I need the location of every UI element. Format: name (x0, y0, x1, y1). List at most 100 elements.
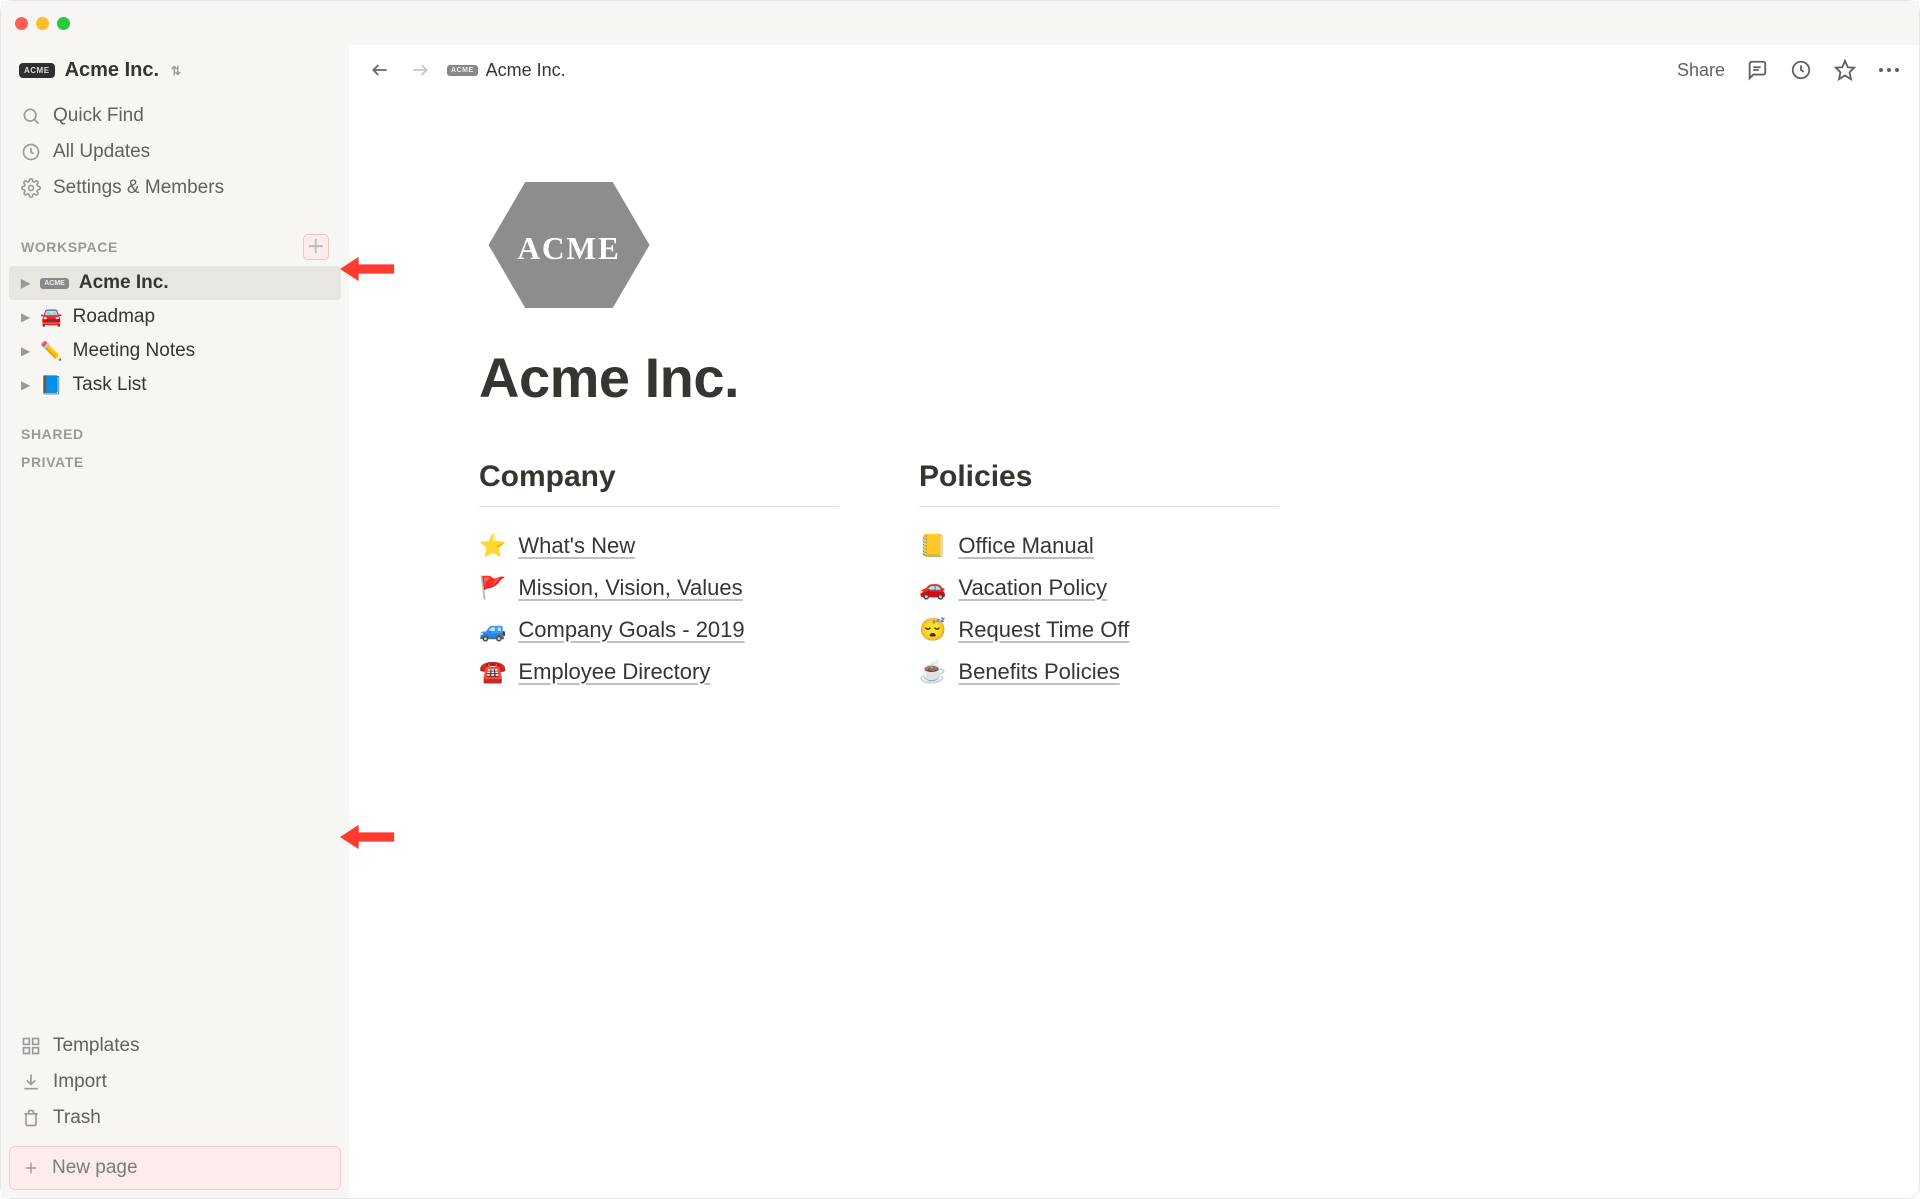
page-link[interactable]: Employee Directory (518, 659, 710, 685)
main-area: ACME Acme Inc. Share ACME (349, 45, 1919, 1198)
page-link[interactable]: Office Manual (958, 533, 1093, 559)
download-icon (21, 1072, 41, 1092)
sidebar-page-item[interactable]: ▶ 🚘 Roadmap (9, 300, 341, 334)
plus-icon (22, 1159, 40, 1177)
content-column: Policies 📒 Office Manual 🚗 Vacation Policy 😴 R… (919, 460, 1279, 693)
nav-back-button[interactable] (367, 57, 393, 83)
workspace-section-header: WORKSPACE ＋ (1, 216, 349, 266)
page-link-row: 😴 Request Time Off (919, 609, 1279, 651)
link-emoji-icon: ⭐ (479, 533, 506, 559)
updates-button[interactable] (1789, 58, 1813, 82)
share-button[interactable]: Share (1677, 60, 1725, 81)
link-emoji-icon: ☕ (919, 659, 946, 685)
nav-forward-button[interactable] (407, 57, 433, 83)
page-link-row: 📒 Office Manual (919, 525, 1279, 567)
column-heading[interactable]: Policies (919, 460, 1279, 494)
page-link[interactable]: Company Goals - 2019 (518, 617, 744, 643)
quick-find-label: Quick Find (53, 105, 144, 127)
workspace-name: Acme Inc. (65, 59, 159, 82)
trash-label: Trash (53, 1107, 101, 1129)
shared-section-header: SHARED (1, 408, 349, 448)
breadcrumb-icon: ACME (447, 65, 478, 76)
page-link[interactable]: Request Time Off (958, 617, 1129, 643)
favorite-button[interactable] (1833, 58, 1857, 82)
page-icon[interactable]: ACME (479, 175, 659, 315)
minimize-window-button[interactable] (36, 17, 49, 30)
trash-button[interactable]: Trash (11, 1100, 339, 1136)
page-emoji-icon: 🚘 (40, 307, 62, 328)
caret-right-icon[interactable]: ▶ (21, 378, 30, 392)
new-page-label: New page (52, 1157, 138, 1179)
chevron-updown-icon: ⇅ (171, 64, 181, 78)
import-label: Import (53, 1071, 107, 1093)
settings-members-button[interactable]: Settings & Members (11, 170, 339, 206)
link-emoji-icon: 📒 (919, 533, 946, 559)
page-icon: ACME (40, 278, 69, 289)
search-icon (21, 106, 41, 126)
workspace-icon: ACME (19, 63, 55, 78)
link-emoji-icon: 😴 (919, 617, 946, 643)
templates-button[interactable]: Templates (11, 1028, 339, 1064)
divider (919, 506, 1279, 507)
shared-section-label: SHARED (21, 426, 84, 442)
page-link[interactable]: Vacation Policy (958, 575, 1107, 601)
page-link[interactable]: Mission, Vision, Values (518, 575, 742, 601)
page-link[interactable]: Benefits Policies (958, 659, 1119, 685)
link-emoji-icon: 🚩 (479, 575, 506, 601)
page-title[interactable]: Acme Inc. (479, 345, 1789, 410)
link-emoji-icon: 🚗 (919, 575, 946, 601)
templates-icon (21, 1036, 41, 1056)
trash-icon (21, 1108, 41, 1128)
settings-label: Settings & Members (53, 177, 224, 199)
close-window-button[interactable] (15, 17, 28, 30)
page-content: ACME Acme Inc. Company ⭐ What's New 🚩 Missio… (349, 95, 1919, 1198)
page-link-row: ⭐ What's New (479, 525, 839, 567)
page-link-row: 🚙 Company Goals - 2019 (479, 609, 839, 651)
column-heading[interactable]: Company (479, 460, 839, 494)
sidebar-page-item[interactable]: ▶📘Task List (9, 368, 341, 402)
more-options-button[interactable] (1877, 58, 1901, 82)
link-emoji-icon: ☎️ (479, 659, 506, 685)
workspace-switcher[interactable]: ACME Acme Inc. ⇅ (1, 45, 349, 92)
page-label: Meeting Notes (73, 340, 196, 362)
page-label: Roadmap (73, 306, 155, 328)
clock-icon (21, 142, 41, 162)
workspace-section-label: WORKSPACE (21, 239, 118, 255)
import-button[interactable]: Import (11, 1064, 339, 1100)
quick-find-button[interactable]: Quick Find (11, 98, 339, 134)
breadcrumb[interactable]: ACME Acme Inc. (447, 60, 566, 81)
add-workspace-page-button[interactable]: ＋ (303, 234, 329, 260)
page-link-row: ☕ Benefits Policies (919, 651, 1279, 693)
arrow-right-icon (410, 60, 430, 80)
sidebar-page-item[interactable]: ▶ ACME Acme Inc. (9, 266, 341, 300)
page-link-row: 🚩 Mission, Vision, Values (479, 567, 839, 609)
all-updates-label: All Updates (53, 141, 150, 163)
topbar: ACME Acme Inc. Share (349, 45, 1919, 95)
all-updates-button[interactable]: All Updates (11, 134, 339, 170)
caret-right-icon[interactable]: ▶ (21, 310, 30, 324)
workspace-page-tree: ▶ACMEAcme Inc.▶🚘Roadmap▶✏️Meeting Notes▶… (1, 266, 349, 408)
link-emoji-icon: 🚙 (479, 617, 506, 643)
svg-text:ACME: ACME (517, 231, 620, 266)
content-column: Company ⭐ What's New 🚩 Mission, Vision, Valu… (479, 460, 839, 693)
star-icon (1834, 59, 1856, 81)
caret-right-icon[interactable]: ▶ (21, 344, 30, 358)
page-link-row: ☎️ Employee Directory (479, 651, 839, 693)
window-titlebar (1, 1, 1919, 45)
private-section-header: PRIVATE (1, 448, 349, 476)
sidebar: ACME Acme Inc. ⇅ Quick Find All Updates … (1, 45, 349, 1198)
page-emoji-icon: ✏️ (40, 341, 62, 362)
sidebar-page-item[interactable]: ▶ ✏️ Meeting Notes (9, 334, 341, 368)
templates-label: Templates (53, 1035, 140, 1057)
zoom-window-button[interactable] (57, 17, 70, 30)
comments-button[interactable] (1745, 58, 1769, 82)
comment-icon (1746, 59, 1768, 81)
caret-right-icon[interactable]: ▶ (21, 276, 30, 290)
page-link[interactable]: What's New (518, 533, 635, 559)
traffic-lights (15, 17, 70, 30)
page-label: Acme Inc. (79, 272, 169, 294)
page-emoji-icon: 📘 (40, 375, 62, 396)
new-page-button[interactable]: New page (9, 1146, 341, 1190)
clock-icon (1790, 59, 1812, 81)
divider (479, 506, 839, 507)
